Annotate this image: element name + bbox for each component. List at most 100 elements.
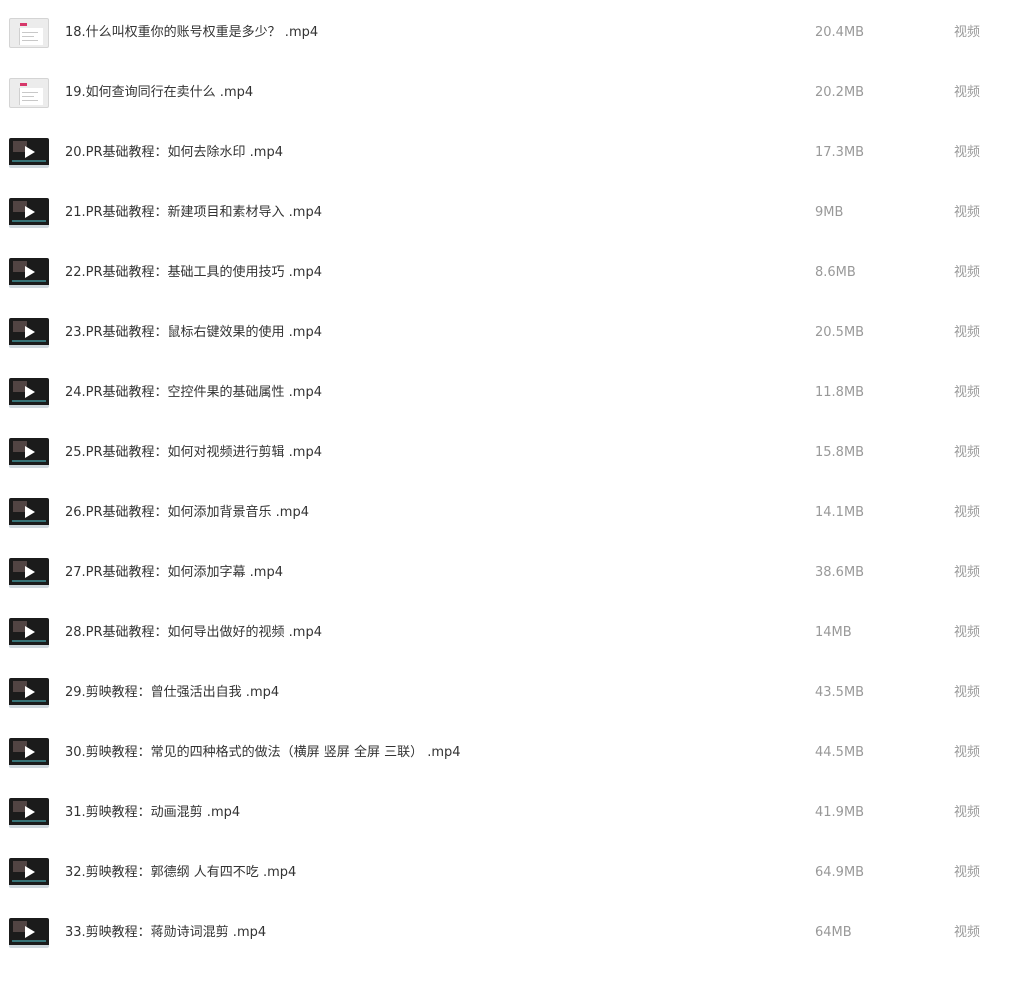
file-size: 14MB: [815, 625, 852, 640]
file-size: 20.5MB: [815, 325, 865, 340]
video-thumbnail[interactable]: [9, 558, 49, 588]
file-size: 20.2MB: [815, 85, 865, 100]
play-icon: [25, 926, 35, 938]
play-icon: [25, 806, 35, 818]
file-type: 视频: [954, 565, 981, 580]
file-type: 视频: [954, 325, 981, 340]
file-size: 17.3MB: [815, 145, 865, 160]
file-type: 视频: [954, 625, 981, 640]
play-icon: [25, 326, 35, 338]
file-name[interactable]: 25.PR基础教程：如何对视频进行剪辑 .mp4: [65, 444, 322, 462]
video-thumbnail[interactable]: [9, 438, 49, 468]
file-name[interactable]: 30.剪映教程：常见的四种格式的做法（横屏 竖屏 全屏 三联） .mp4: [65, 744, 461, 762]
timeline-track: [12, 940, 46, 942]
file-name[interactable]: 29.剪映教程：曾仕强活出自我 .mp4: [65, 684, 279, 702]
play-icon: [25, 386, 35, 398]
play-icon: [25, 686, 35, 698]
video-thumbnail[interactable]: [9, 678, 49, 708]
video-thumbnail[interactable]: [9, 738, 49, 768]
file-size: 9MB: [815, 205, 844, 220]
timeline-track: [12, 580, 46, 582]
timeline-track: [12, 400, 46, 402]
file-type: 视频: [954, 25, 981, 40]
file-name[interactable]: 23.PR基础教程：鼠标右键效果的使用 .mp4: [65, 324, 322, 342]
timeline-track: [12, 220, 46, 222]
play-icon: [25, 506, 35, 518]
file-type: 视频: [954, 745, 981, 760]
play-icon: [25, 206, 35, 218]
timeline-track: [12, 760, 46, 762]
file-type: 视频: [954, 385, 981, 400]
doc-text-line: [22, 96, 34, 97]
timeline-track: [12, 160, 46, 162]
file-type: 视频: [954, 445, 981, 460]
file-name[interactable]: 28.PR基础教程：如何导出做好的视频 .mp4: [65, 624, 322, 642]
file-size: 44.5MB: [815, 745, 865, 760]
file-list: 18.什么叫权重你的账号权重是多少？ .mp4 20.4MB 视频 19.如何查询同行…: [0, 0, 1030, 957]
doc-header-bar: [20, 83, 27, 86]
play-icon: [25, 626, 35, 638]
file-row[interactable]: 33.剪映教程：蒋勋诗词混剪 .mp4 64MB 视频: [0, 918, 1030, 993]
file-name[interactable]: 31.剪映教程：动画混剪 .mp4: [65, 804, 240, 822]
file-type: 视频: [954, 865, 981, 880]
doc-thumbnail[interactable]: [9, 18, 49, 48]
file-size: 11.8MB: [815, 385, 865, 400]
file-type: 视频: [954, 505, 981, 520]
play-icon: [25, 566, 35, 578]
file-size: 41.9MB: [815, 805, 865, 820]
doc-header-bar: [20, 23, 27, 26]
file-type: 视频: [954, 685, 981, 700]
file-name[interactable]: 22.PR基础教程：基础工具的使用技巧 .mp4: [65, 264, 322, 282]
file-type: 视频: [954, 805, 981, 820]
file-name[interactable]: 24.PR基础教程：空控件果的基础属性 .mp4: [65, 384, 322, 402]
file-size: 64MB: [815, 925, 852, 940]
video-thumbnail[interactable]: [9, 498, 49, 528]
video-thumbnail[interactable]: [9, 798, 49, 828]
video-thumbnail[interactable]: [9, 858, 49, 888]
timeline-track: [12, 280, 46, 282]
doc-thumbnail[interactable]: [9, 78, 49, 108]
timeline-track: [12, 880, 46, 882]
file-size: 38.6MB: [815, 565, 865, 580]
timeline-track: [12, 700, 46, 702]
file-type: 视频: [954, 205, 981, 220]
timeline-track: [12, 460, 46, 462]
file-size: 64.9MB: [815, 865, 865, 880]
video-thumbnail[interactable]: [9, 318, 49, 348]
file-name[interactable]: 26.PR基础教程：如何添加背景音乐 .mp4: [65, 504, 309, 522]
file-size: 20.4MB: [815, 25, 865, 40]
file-size: 14.1MB: [815, 505, 865, 520]
timeline-track: [12, 520, 46, 522]
video-thumbnail[interactable]: [9, 618, 49, 648]
timeline-track: [12, 820, 46, 822]
doc-text-line: [22, 92, 38, 93]
file-name[interactable]: 19.如何查询同行在卖什么 .mp4: [65, 84, 253, 102]
doc-text-line: [22, 32, 38, 33]
file-type: 视频: [954, 265, 981, 280]
file-name[interactable]: 21.PR基础教程：新建项目和素材导入 .mp4: [65, 204, 322, 222]
play-icon: [25, 746, 35, 758]
file-name[interactable]: 20.PR基础教程：如何去除水印 .mp4: [65, 144, 283, 162]
file-size: 8.6MB: [815, 265, 856, 280]
timeline-track: [12, 640, 46, 642]
video-thumbnail[interactable]: [9, 138, 49, 168]
doc-text-line: [22, 36, 34, 37]
video-thumbnail[interactable]: [9, 198, 49, 228]
doc-text-line: [22, 100, 38, 101]
file-type: 视频: [954, 145, 981, 160]
file-name[interactable]: 27.PR基础教程：如何添加字幕 .mp4: [65, 564, 283, 582]
file-type: 视频: [954, 85, 981, 100]
file-name[interactable]: 32.剪映教程：郭德纲 人有四不吃 .mp4: [65, 864, 296, 882]
play-icon: [25, 146, 35, 158]
file-name[interactable]: 18.什么叫权重你的账号权重是多少？ .mp4: [65, 24, 318, 42]
file-size: 43.5MB: [815, 685, 865, 700]
file-name[interactable]: 33.剪映教程：蒋勋诗词混剪 .mp4: [65, 924, 266, 942]
video-thumbnail[interactable]: [9, 378, 49, 408]
file-type: 视频: [954, 925, 981, 940]
video-thumbnail[interactable]: [9, 258, 49, 288]
file-size: 15.8MB: [815, 445, 865, 460]
play-icon: [25, 266, 35, 278]
timeline-track: [12, 340, 46, 342]
video-thumbnail[interactable]: [9, 918, 49, 948]
play-icon: [25, 866, 35, 878]
